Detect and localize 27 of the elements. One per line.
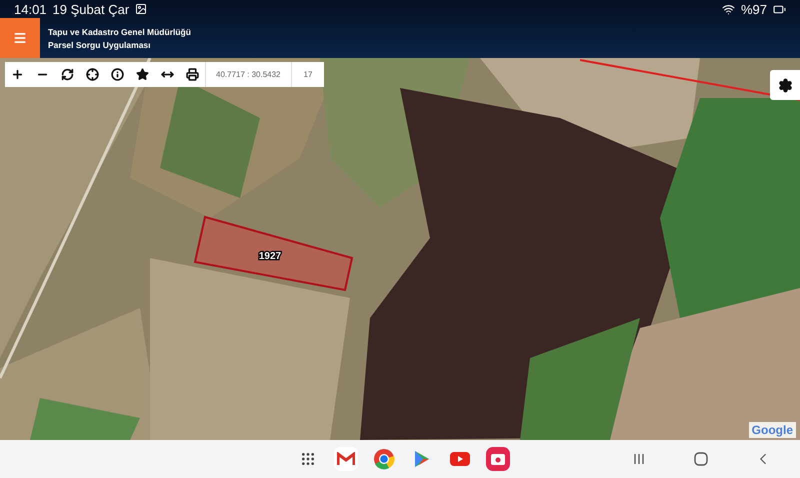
image-icon — [135, 3, 148, 15]
plus-icon — [11, 68, 24, 81]
star-icon — [136, 68, 149, 81]
settings-button[interactable] — [770, 70, 800, 100]
app-title: Tapu ve Kadastro Genel Müdürlüğü — [48, 26, 191, 36]
battery-level: %97 — [740, 2, 767, 16]
app-subtitle: Parsel Sorgu Uygulaması — [48, 40, 152, 50]
status-date: 19 Şubat Çar — [52, 2, 130, 16]
gear-icon — [778, 78, 792, 92]
wifi-icon — [722, 2, 735, 16]
parcel-outline[interactable] — [194, 216, 354, 292]
browser-icon[interactable] — [372, 447, 396, 471]
battery-icon — [773, 2, 786, 16]
map-attribution: Google — [748, 422, 796, 438]
menu-icon — [13, 31, 27, 45]
home-icon — [694, 452, 708, 466]
camera-icon[interactable] — [486, 447, 510, 471]
mail-icon[interactable] — [334, 447, 358, 471]
info-icon — [111, 68, 124, 81]
zoom-level: 17 — [290, 62, 324, 87]
coordinates-display: 40.7717 : 30.5432 — [205, 62, 291, 87]
printer-icon — [186, 68, 199, 81]
recents-icon — [633, 453, 645, 465]
refresh-icon — [61, 68, 74, 81]
crosshair-icon — [86, 68, 99, 81]
status-time: 14:01 — [14, 2, 47, 16]
parcel-number: 1927 — [258, 251, 282, 262]
